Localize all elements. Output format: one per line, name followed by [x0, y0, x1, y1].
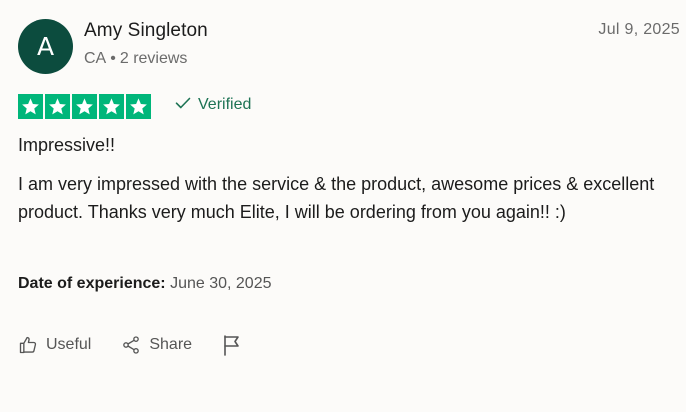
experience-label: Date of experience:	[18, 275, 166, 292]
avatar[interactable]: A	[18, 19, 73, 74]
meta-separator: •	[110, 50, 116, 67]
share-label: Share	[149, 336, 193, 353]
report-flag-button[interactable]	[222, 334, 242, 356]
reviewer-name[interactable]: Amy Singleton	[84, 20, 208, 42]
verified-badge[interactable]: Verified	[175, 96, 251, 114]
review-title: Impressive!!	[18, 135, 116, 155]
star-icon	[18, 94, 43, 119]
review-date: Jul 9, 2025	[598, 21, 680, 38]
star-icon	[126, 94, 151, 119]
star-icon	[99, 94, 124, 119]
experience-date: June 30, 2025	[170, 275, 272, 292]
share-icon	[121, 335, 141, 355]
useful-button[interactable]: Useful	[18, 335, 91, 355]
reviewer-country: CA	[84, 50, 107, 67]
review-actions: Useful Share	[18, 334, 242, 356]
date-of-experience: Date of experience: June 30, 2025	[18, 275, 271, 293]
star-icon	[45, 94, 70, 119]
thumbs-up-icon	[18, 335, 38, 355]
review-count[interactable]: 2 reviews	[120, 50, 188, 67]
star-icon	[72, 94, 97, 119]
verified-label: Verified	[198, 96, 252, 113]
review-card: A Amy Singleton CA • 2 reviews Jul 9, 2025…	[0, 0, 686, 412]
flag-icon	[222, 334, 242, 356]
review-body: I am very impressed with the service & t…	[18, 174, 655, 222]
checkmark-icon	[175, 96, 191, 114]
useful-label: Useful	[46, 336, 92, 353]
avatar-initial: A	[36, 32, 55, 61]
star-rating	[18, 94, 151, 119]
share-button[interactable]: Share	[121, 335, 192, 355]
reviewer-meta: CA • 2 reviews	[84, 50, 187, 68]
